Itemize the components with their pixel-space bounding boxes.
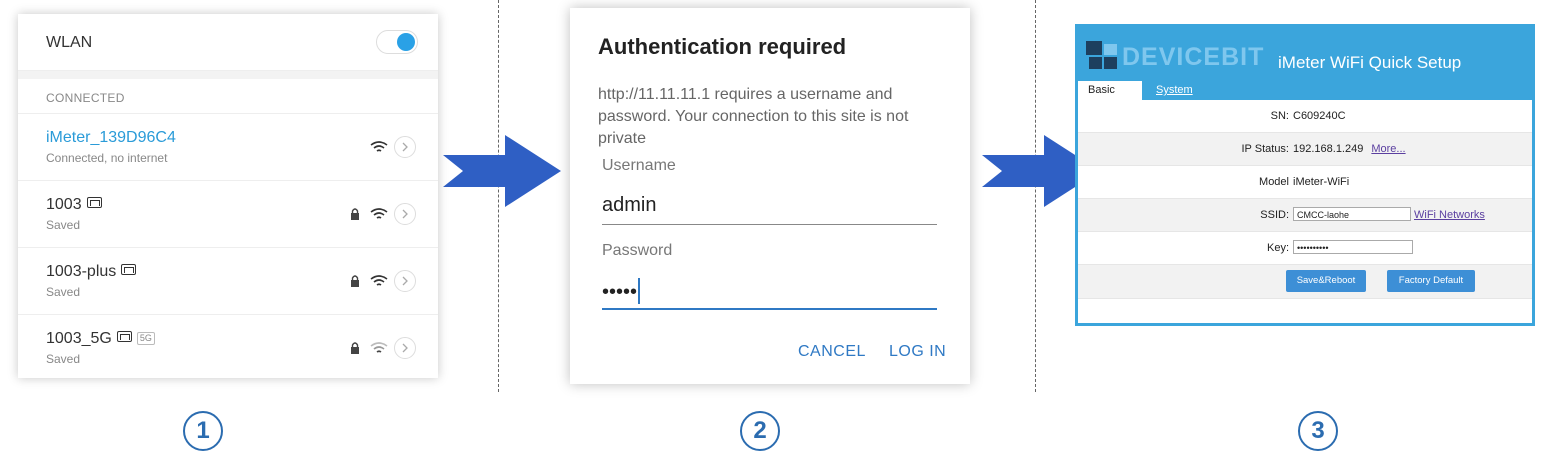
save-reboot-button[interactable]: Save&Reboot <box>1286 270 1366 292</box>
toggle-knob <box>397 33 415 51</box>
ssid-input[interactable]: CMCC-laohe <box>1293 207 1411 221</box>
ssid-label: SSID: <box>1260 209 1289 221</box>
section-label: CONNECTED <box>46 91 125 105</box>
network-name: 1003_5G 5G <box>46 330 155 348</box>
brand-name: DEVICEBIT <box>1122 43 1265 71</box>
tab-basic[interactable]: Basic <box>1078 81 1142 100</box>
sn-label: SN: <box>1270 110 1289 122</box>
mi-icon <box>116 331 132 342</box>
network-status: Saved <box>46 352 81 366</box>
password-label: Password <box>602 242 673 259</box>
network-item-1003[interactable]: 1003 Saved <box>18 181 438 248</box>
key-input[interactable]: •••••••••• <box>1293 240 1413 254</box>
network-status: Saved <box>46 218 81 232</box>
text-caret <box>638 278 641 304</box>
ip-status-row: IP Status: 192.168.1.249 More... <box>1078 133 1532 166</box>
wifi-icon <box>370 141 388 152</box>
key-label: Key: <box>1266 242 1289 254</box>
step-number-3: 3 <box>1298 411 1338 451</box>
sn-value: C609240C <box>1293 110 1346 122</box>
wifi-icon <box>370 275 388 286</box>
page-title: iMeter WiFi Quick Setup <box>1278 53 1462 72</box>
password-field[interactable]: ••••• <box>602 278 937 310</box>
wifi-weak-icon <box>370 342 388 353</box>
chevron-right-icon[interactable] <box>394 136 416 158</box>
network-name: iMeter_139D96C4 <box>46 129 176 146</box>
login-button[interactable]: LOG IN <box>889 343 946 361</box>
wlan-header: WLAN <box>18 14 438 71</box>
username-label: Username <box>602 157 676 174</box>
model-value: iMeter-WiFi <box>1293 176 1350 188</box>
network-status: Saved <box>46 285 81 299</box>
tab-system[interactable]: System <box>1146 81 1203 100</box>
tab-bar: Basic System <box>1078 81 1532 100</box>
cancel-button[interactable]: CANCEL <box>798 343 866 361</box>
model-row: Model iMeter-WiFi <box>1078 166 1532 199</box>
devicebit-logo-icon <box>1086 41 1117 69</box>
wlan-toggle[interactable] <box>376 30 418 54</box>
action-row: Save&Reboot Factory Default <box>1078 265 1532 299</box>
ip-status-label: IP Status: <box>1241 143 1290 155</box>
lock-icon <box>351 208 359 220</box>
network-status: Connected, no internet <box>46 151 168 165</box>
wlan-title: WLAN <box>46 34 93 51</box>
dialog-message: http://11.11.11.1 requires a username an… <box>598 86 909 147</box>
dialog-title: Authentication required <box>598 34 847 59</box>
chevron-right-icon[interactable] <box>394 203 416 225</box>
network-item-1003-5g[interactable]: 1003_5G 5G Saved <box>18 315 438 378</box>
right-arrow-icon <box>443 135 561 207</box>
wifi-icon <box>370 208 388 219</box>
network-item-imeter[interactable]: iMeter_139D96C4 Connected, no internet <box>18 114 438 181</box>
password-value: ••••• <box>602 281 638 303</box>
imeter-setup-page: DEVICEBIT iMeter WiFi Quick Setup Basic … <box>1075 24 1535 326</box>
username-value: admin <box>602 194 657 216</box>
model-label: Model <box>1259 176 1289 188</box>
ssid-row: SSID: CMCC-laohe WiFi Networks <box>1078 199 1532 232</box>
ip-status-value: 192.168.1.249 More... <box>1293 143 1406 155</box>
network-name: 1003 <box>46 196 102 214</box>
chevron-right-icon[interactable] <box>394 270 416 292</box>
sn-row: SN: C609240C <box>1078 100 1532 133</box>
imeter-header: DEVICEBIT iMeter WiFi Quick Setup <box>1078 27 1532 81</box>
network-item-1003-plus[interactable]: 1003-plus Saved <box>18 248 438 315</box>
network-name: 1003-plus <box>46 263 137 281</box>
mi-icon <box>121 264 137 275</box>
section-header: CONNECTED <box>18 79 438 114</box>
factory-default-button[interactable]: Factory Default <box>1387 270 1475 292</box>
auth-dialog: Authentication required http://11.11.11.… <box>570 8 970 384</box>
wlan-settings-panel: WLAN CONNECTED iMeter_139D96C4 Connected… <box>18 14 438 378</box>
wifi-networks-link[interactable]: WiFi Networks <box>1414 209 1485 221</box>
more-link[interactable]: More... <box>1371 143 1405 155</box>
step-number-2: 2 <box>740 411 780 451</box>
step-number-1: 1 <box>183 411 223 451</box>
chevron-right-icon[interactable] <box>394 337 416 359</box>
lock-icon <box>351 275 359 287</box>
mi-icon <box>86 197 102 208</box>
5g-badge: 5G <box>136 332 155 345</box>
username-field[interactable]: admin <box>602 194 937 225</box>
lock-icon <box>351 342 359 354</box>
key-row: Key: •••••••••• <box>1078 232 1532 265</box>
divider <box>18 71 438 79</box>
